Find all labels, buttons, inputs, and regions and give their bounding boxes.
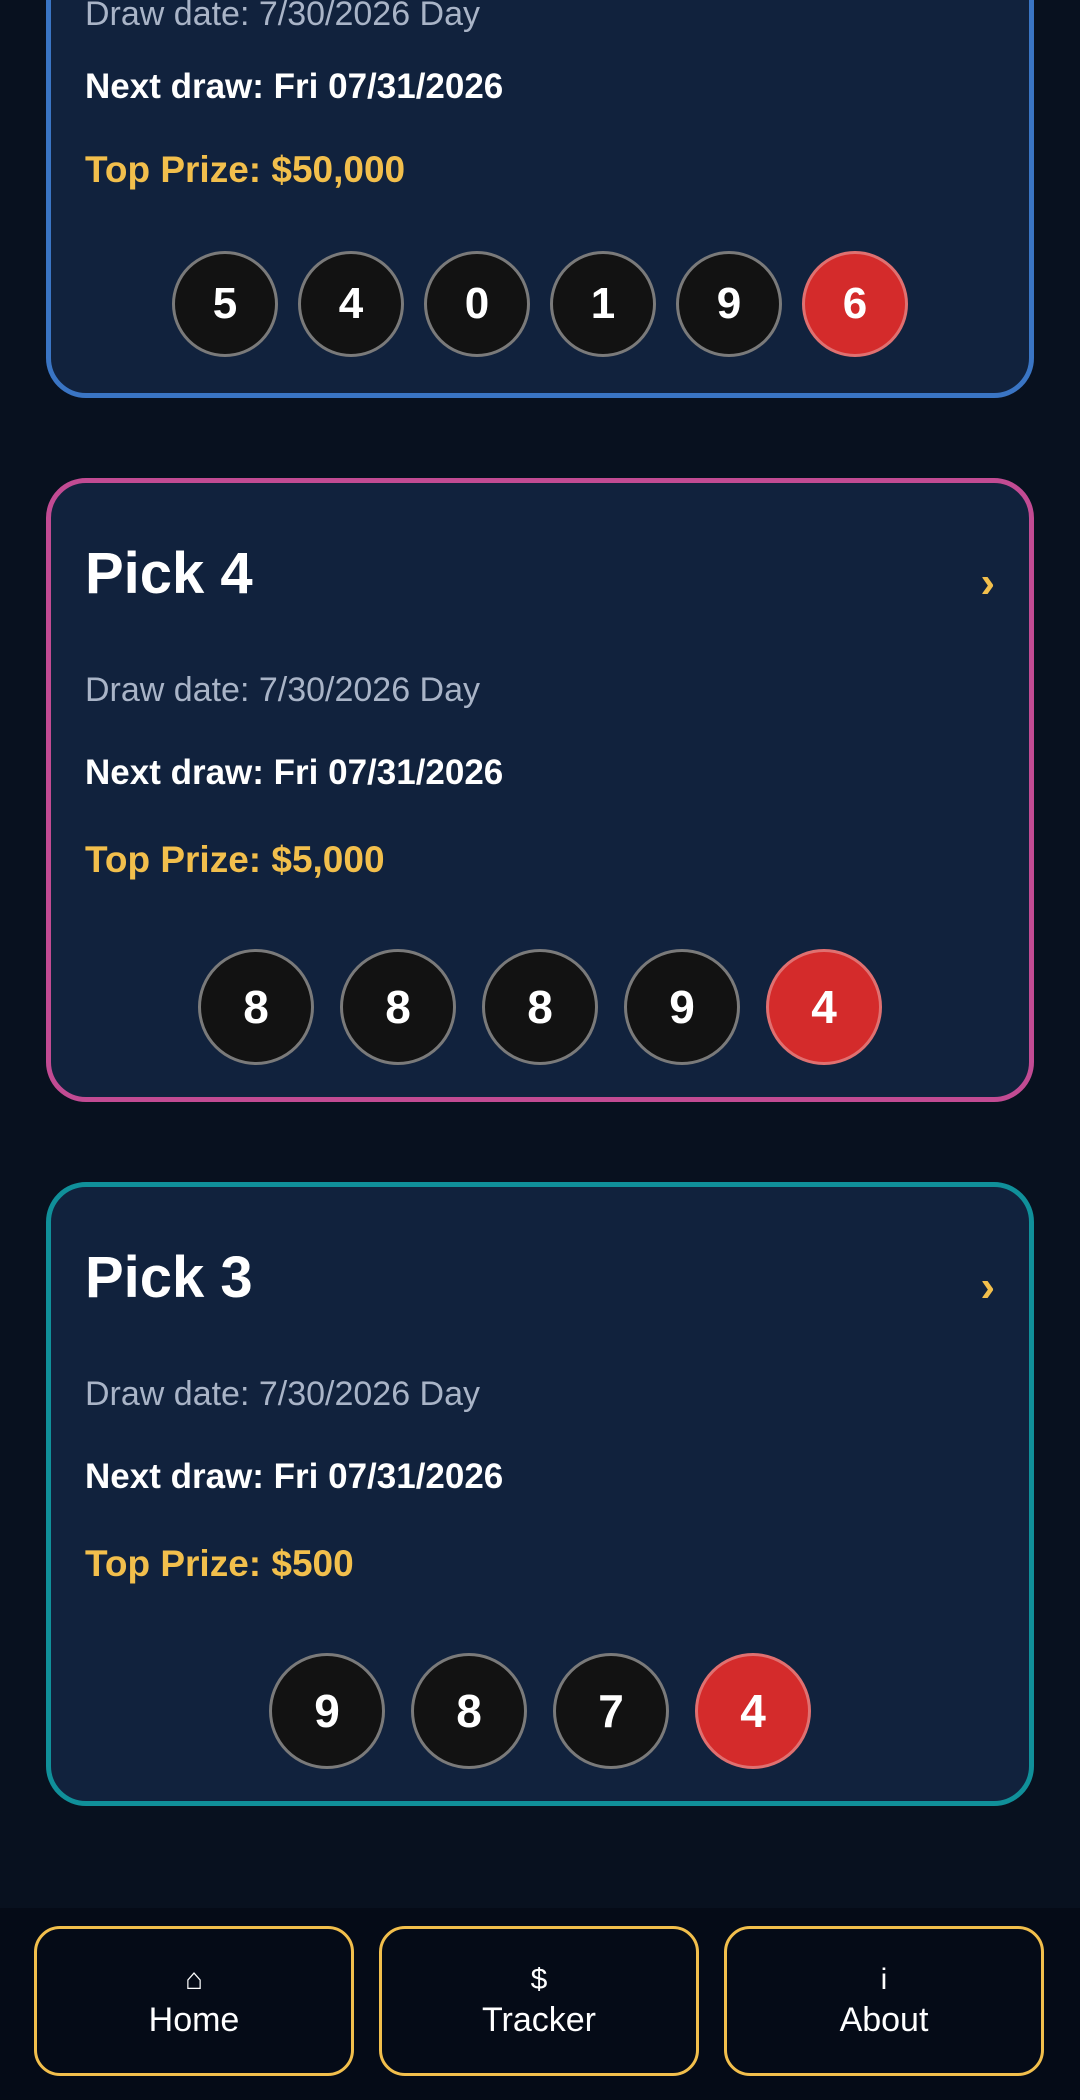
nav-home-button[interactable]: ⌂ Home [34,1926,354,2076]
number-ball: 9 [624,949,740,1065]
top-prize: Top Prize: $5,000 [85,839,385,880]
next-draw: Next draw: Fri 07/31/2026 [85,753,504,792]
next-draw: Next draw: Fri 07/31/2026 [85,67,504,106]
top-prize: Top Prize: $500 [85,1543,354,1584]
number-ball: 8 [411,1653,527,1769]
number-ball: 8 [482,949,598,1065]
card-title: Pick 4 [85,541,253,606]
game-card-pick3[interactable]: Pick 3 › Draw date: 7/30/2026 Day Next d… [46,1182,1034,1806]
number-ball: 0 [424,251,530,357]
dollar-icon: $ [530,1963,548,1996]
draw-date: Draw date: 7/30/2026 Day [85,671,481,709]
number-ball: 7 [553,1653,669,1769]
draw-date: Draw date: 7/30/2026 Day [85,0,481,33]
nav-tracker-button[interactable]: $ Tracker [379,1926,699,2076]
info-icon: i [880,1963,888,1996]
bottom-nav: ⌂ Home $ Tracker i About [0,1908,1080,2100]
nav-about-label: About [839,2001,929,2039]
number-ball: 9 [269,1653,385,1769]
bonus-ball: 4 [695,1653,811,1769]
number-ball: 8 [198,949,314,1065]
bonus-ball: 4 [766,949,882,1065]
winning-numbers: 8 8 8 9 4 [51,949,1029,1065]
number-ball: 9 [676,251,782,357]
winning-numbers: 5 4 0 1 9 6 [51,251,1029,357]
nav-tracker-label: Tracker [482,2001,596,2039]
bonus-ball: 6 [802,251,908,357]
home-icon: ⌂ [184,1963,204,1996]
draw-date: Draw date: 7/30/2026 Day [85,1375,481,1413]
winning-numbers: 9 8 7 4 [51,1653,1029,1769]
game-card-pick5[interactable]: Draw date: 7/30/2026 Day Next draw: Fri … [46,0,1034,398]
card-title: Pick 3 [85,1245,253,1310]
chevron-right-icon[interactable]: › [980,1265,995,1309]
number-ball: 4 [298,251,404,357]
game-card-pick4[interactable]: Pick 4 › Draw date: 7/30/2026 Day Next d… [46,478,1034,1102]
next-draw: Next draw: Fri 07/31/2026 [85,1457,504,1496]
number-ball: 1 [550,251,656,357]
app-screen: Draw date: 7/30/2026 Day Next draw: Fri … [0,0,1080,2100]
chevron-right-icon[interactable]: › [980,561,995,605]
number-ball: 8 [340,949,456,1065]
nav-about-button[interactable]: i About [724,1926,1044,2076]
top-prize: Top Prize: $50,000 [85,149,406,190]
number-ball: 5 [172,251,278,357]
nav-home-label: Home [148,2001,240,2039]
